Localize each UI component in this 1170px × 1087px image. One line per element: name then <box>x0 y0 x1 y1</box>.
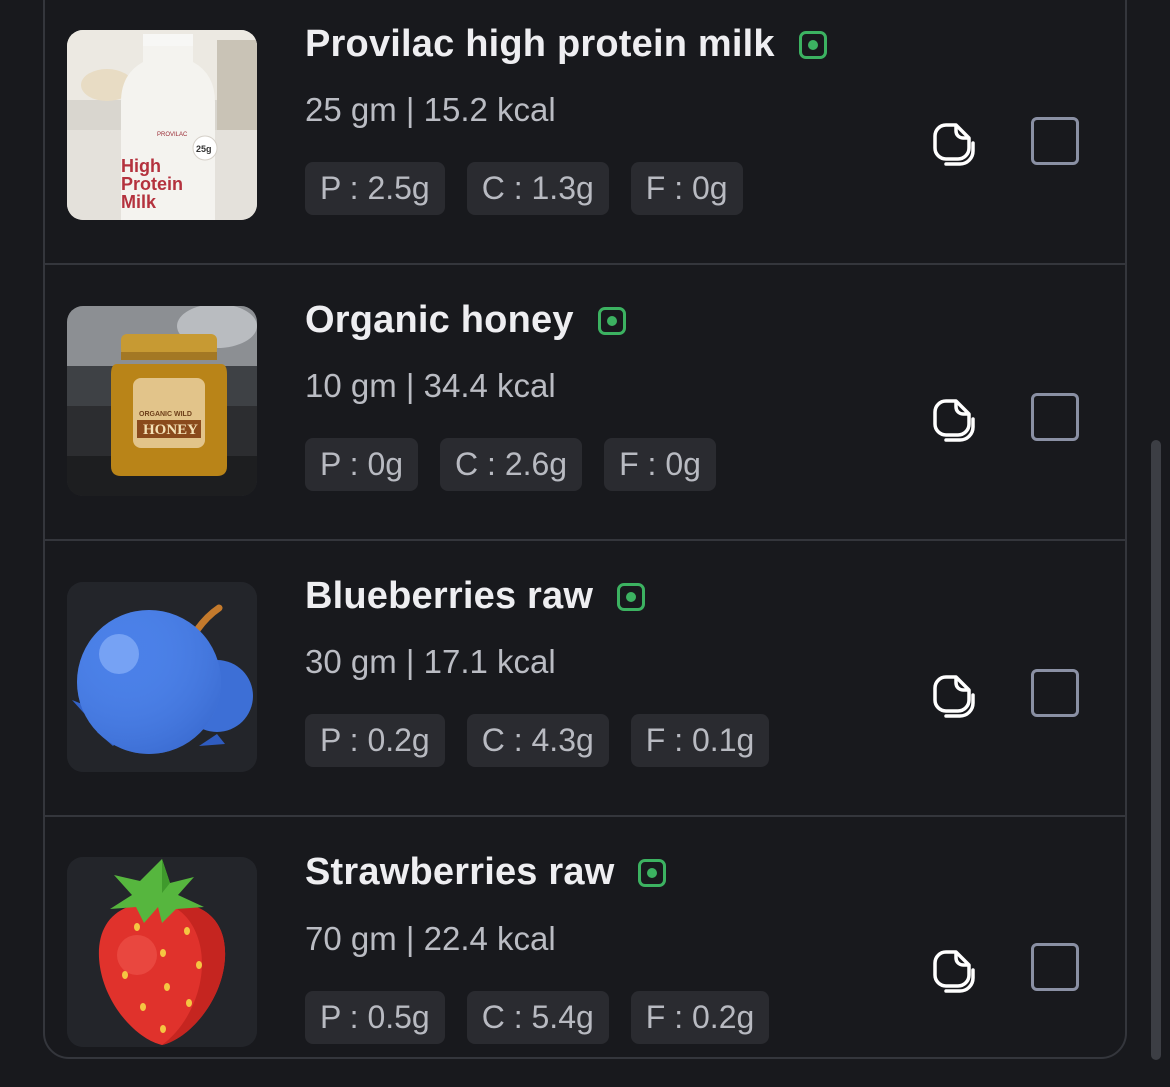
svg-text:HONEY: HONEY <box>143 422 198 438</box>
food-name: Blueberries raw <box>305 575 594 617</box>
milk-bottle-photo: PROVILAC High Protein Milk 25g <box>67 30 257 220</box>
select-item-checkbox[interactable] <box>1031 393 1079 441</box>
food-title-group: Strawberries raw <box>305 851 667 894</box>
veg-indicator-icon <box>798 30 827 59</box>
food-portion-calories: 25 gm | 15.2 kcal <box>305 91 556 128</box>
fat-pill: F : 0.1g <box>630 714 770 767</box>
duplicate-item-icon[interactable] <box>927 117 977 167</box>
carbs-pill: C : 4.3g <box>466 714 609 767</box>
scrollbar[interactable] <box>1151 440 1161 1060</box>
veg-indicator-icon <box>597 306 626 335</box>
macro-pills: P : 0.5g C : 5.4g F : 0.2g <box>305 991 770 1044</box>
food-title-group: Blueberries raw <box>305 575 646 618</box>
protein-pill: P : 0.5g <box>305 991 445 1044</box>
food-portion-calories: 10 gm | 34.4 kcal <box>305 367 556 404</box>
fat-pill: F : 0.2g <box>630 991 770 1044</box>
veg-indicator-icon <box>617 582 646 611</box>
food-list-card: PROVILAC High Protein Milk 25g Provilac … <box>43 0 1127 1059</box>
svg-text:Protein: Protein <box>121 174 183 194</box>
strawberry-icon <box>67 857 257 1047</box>
veg-indicator-icon <box>638 858 667 887</box>
fat-pill: F : 0g <box>604 438 716 491</box>
select-item-checkbox[interactable] <box>1031 669 1079 717</box>
duplicate-item-icon[interactable] <box>927 669 977 719</box>
food-item-row[interactable]: Blueberries raw 30 gm | 17.1 kcal P : 0.… <box>45 539 1127 815</box>
duplicate-item-icon[interactable] <box>927 944 977 994</box>
food-item-row[interactable]: PROVILAC High Protein Milk 25g Provilac … <box>45 0 1127 263</box>
food-name: Strawberries raw <box>305 851 615 893</box>
food-name: Organic honey <box>305 299 574 341</box>
protein-pill: P : 2.5g <box>305 162 445 215</box>
food-title-group: Provilac high protein milk <box>305 23 827 66</box>
svg-text:PROVILAC: PROVILAC <box>157 132 188 138</box>
honey-jar-photo: ORGANIC WILD HONEY <box>67 306 257 496</box>
carbs-pill: C : 2.6g <box>440 438 583 491</box>
food-title-group: Organic honey <box>305 299 626 342</box>
protein-pill: P : 0.2g <box>305 714 445 767</box>
svg-text:ORGANIC WILD: ORGANIC WILD <box>139 411 192 418</box>
macro-pills: P : 0g C : 2.6g F : 0g <box>305 438 716 491</box>
blueberry-icon <box>67 582 257 772</box>
macro-pills: P : 2.5g C : 1.3g F : 0g <box>305 162 743 215</box>
food-portion-calories: 30 gm | 17.1 kcal <box>305 643 556 680</box>
svg-text:25g: 25g <box>196 144 212 154</box>
macro-pills: P : 0.2g C : 4.3g F : 0.1g <box>305 714 770 767</box>
food-item-row[interactable]: Strawberries raw 70 gm | 22.4 kcal P : 0… <box>45 800 1127 1076</box>
fat-pill: F : 0g <box>630 162 743 215</box>
carbs-pill: C : 1.3g <box>466 162 609 215</box>
carbs-pill: C : 5.4g <box>466 991 609 1044</box>
food-portion-calories: 70 gm | 22.4 kcal <box>305 920 556 957</box>
food-name: Provilac high protein milk <box>305 23 775 65</box>
svg-text:High: High <box>121 156 161 176</box>
select-item-checkbox[interactable] <box>1031 943 1079 991</box>
select-item-checkbox[interactable] <box>1031 117 1079 165</box>
food-item-row[interactable]: ORGANIC WILD HONEY Organic honey 10 gm |… <box>45 263 1127 539</box>
svg-text:Milk: Milk <box>121 192 157 212</box>
protein-pill: P : 0g <box>305 438 419 491</box>
duplicate-item-icon[interactable] <box>927 393 977 443</box>
